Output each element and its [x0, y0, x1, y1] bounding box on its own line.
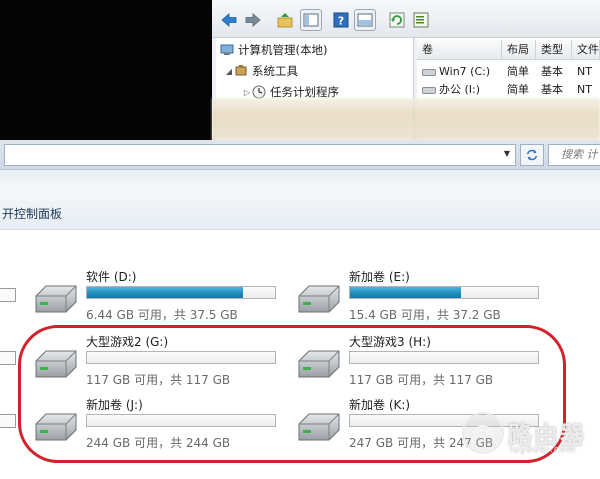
- refresh-button[interactable]: [520, 144, 544, 166]
- usage-bar: [86, 286, 276, 299]
- volume-name-cell: 办公 (I:): [417, 81, 502, 99]
- tree-item-system-tools[interactable]: ◢ 系统工具: [224, 62, 298, 80]
- computer-management-icon: [220, 44, 234, 55]
- volume-type: 基本: [541, 83, 563, 96]
- drive-icon: [422, 68, 436, 76]
- drive-tile-d[interactable]: 软件 (D:) 6.44 GB 可用，共 37.5 GB: [30, 268, 280, 328]
- search-input[interactable]: 搜索 计: [548, 144, 600, 166]
- show-hide-tree-icon[interactable]: [300, 9, 322, 31]
- refresh-icon[interactable]: [386, 9, 408, 31]
- volume-name-cell: Win7 (C:): [417, 63, 502, 81]
- computer-management-window: ? 计算机管理(本地) ◢ 系统工具 ▷ 任务计划程序 卷 布局 类型 文件 W…: [0, 0, 600, 140]
- volume-filesystem: NT: [577, 83, 592, 96]
- system-tools-icon: [235, 65, 247, 76]
- partial-drive-bar: [0, 288, 16, 302]
- router-logo-icon: [462, 412, 504, 454]
- svg-text:?: ?: [338, 15, 344, 28]
- drive-space-info: 6.44 GB 可用，共 37.5 GB: [86, 308, 238, 322]
- chevron-down-icon[interactable]: ▼: [500, 146, 514, 162]
- volume-filesystem: NT: [577, 65, 592, 78]
- watermark: 路由器 luyouqi.com: [462, 412, 600, 462]
- tree-label: 计算机管理(本地): [238, 43, 328, 57]
- column-header-type[interactable]: 类型: [536, 40, 572, 60]
- tree-item-computer-management[interactable]: 计算机管理(本地): [220, 41, 327, 59]
- hard-drive-icon: [35, 285, 77, 313]
- forward-arrow-icon[interactable]: [242, 9, 264, 31]
- column-header-filesystem[interactable]: 文件: [572, 40, 600, 60]
- volume-name: 办公 (I:): [439, 83, 481, 96]
- task-scheduler-icon: [252, 85, 266, 99]
- address-input[interactable]: [4, 144, 516, 166]
- drive-space-info: 15.4 GB 可用，共 37.2 GB: [349, 308, 501, 322]
- back-arrow-icon[interactable]: [218, 9, 240, 31]
- watermark-url: luyouqi.com: [510, 445, 577, 455]
- volume-name: Win7 (C:): [439, 65, 491, 78]
- dark-pane: [0, 0, 212, 140]
- mmc-toolbar: ?: [212, 0, 600, 38]
- command-bar: 开控制面板: [0, 190, 600, 230]
- drive-tile-e[interactable]: 新加卷 (E:) 15.4 GB 可用，共 37.2 GB: [293, 268, 543, 328]
- refresh-arrows-icon: [526, 149, 538, 161]
- drive-name: 软件 (D:): [86, 270, 137, 284]
- partial-drive-bar: [0, 351, 16, 365]
- volume-layout: 简单: [507, 83, 529, 96]
- up-folder-icon[interactable]: [274, 9, 296, 31]
- usage-bar: [349, 286, 539, 299]
- column-header-volume[interactable]: 卷: [417, 40, 502, 60]
- partial-drive-bar: [0, 414, 16, 428]
- tree-label: 系统工具: [252, 64, 298, 78]
- collapsed-arrow-icon[interactable]: ▷: [242, 88, 252, 97]
- usage-fill: [87, 287, 244, 298]
- header-stripe: [0, 170, 600, 190]
- volume-type: 基本: [541, 65, 563, 78]
- column-header-layout[interactable]: 布局: [502, 40, 536, 60]
- drive-icon: [422, 86, 436, 94]
- address-bar: ▼ 搜索 计: [0, 140, 600, 170]
- help-icon[interactable]: ?: [330, 9, 352, 31]
- export-list-icon[interactable]: [410, 9, 432, 31]
- view-pane-icon[interactable]: [354, 9, 376, 31]
- blurred-region: [212, 98, 600, 140]
- usage-fill: [350, 287, 461, 298]
- open-control-panel-button[interactable]: 开控制面板: [2, 205, 62, 222]
- volume-layout: 简单: [507, 65, 529, 78]
- expanded-arrow-icon[interactable]: ◢: [224, 67, 234, 76]
- hard-drive-icon: [298, 285, 340, 313]
- drive-name: 新加卷 (E:): [349, 270, 410, 284]
